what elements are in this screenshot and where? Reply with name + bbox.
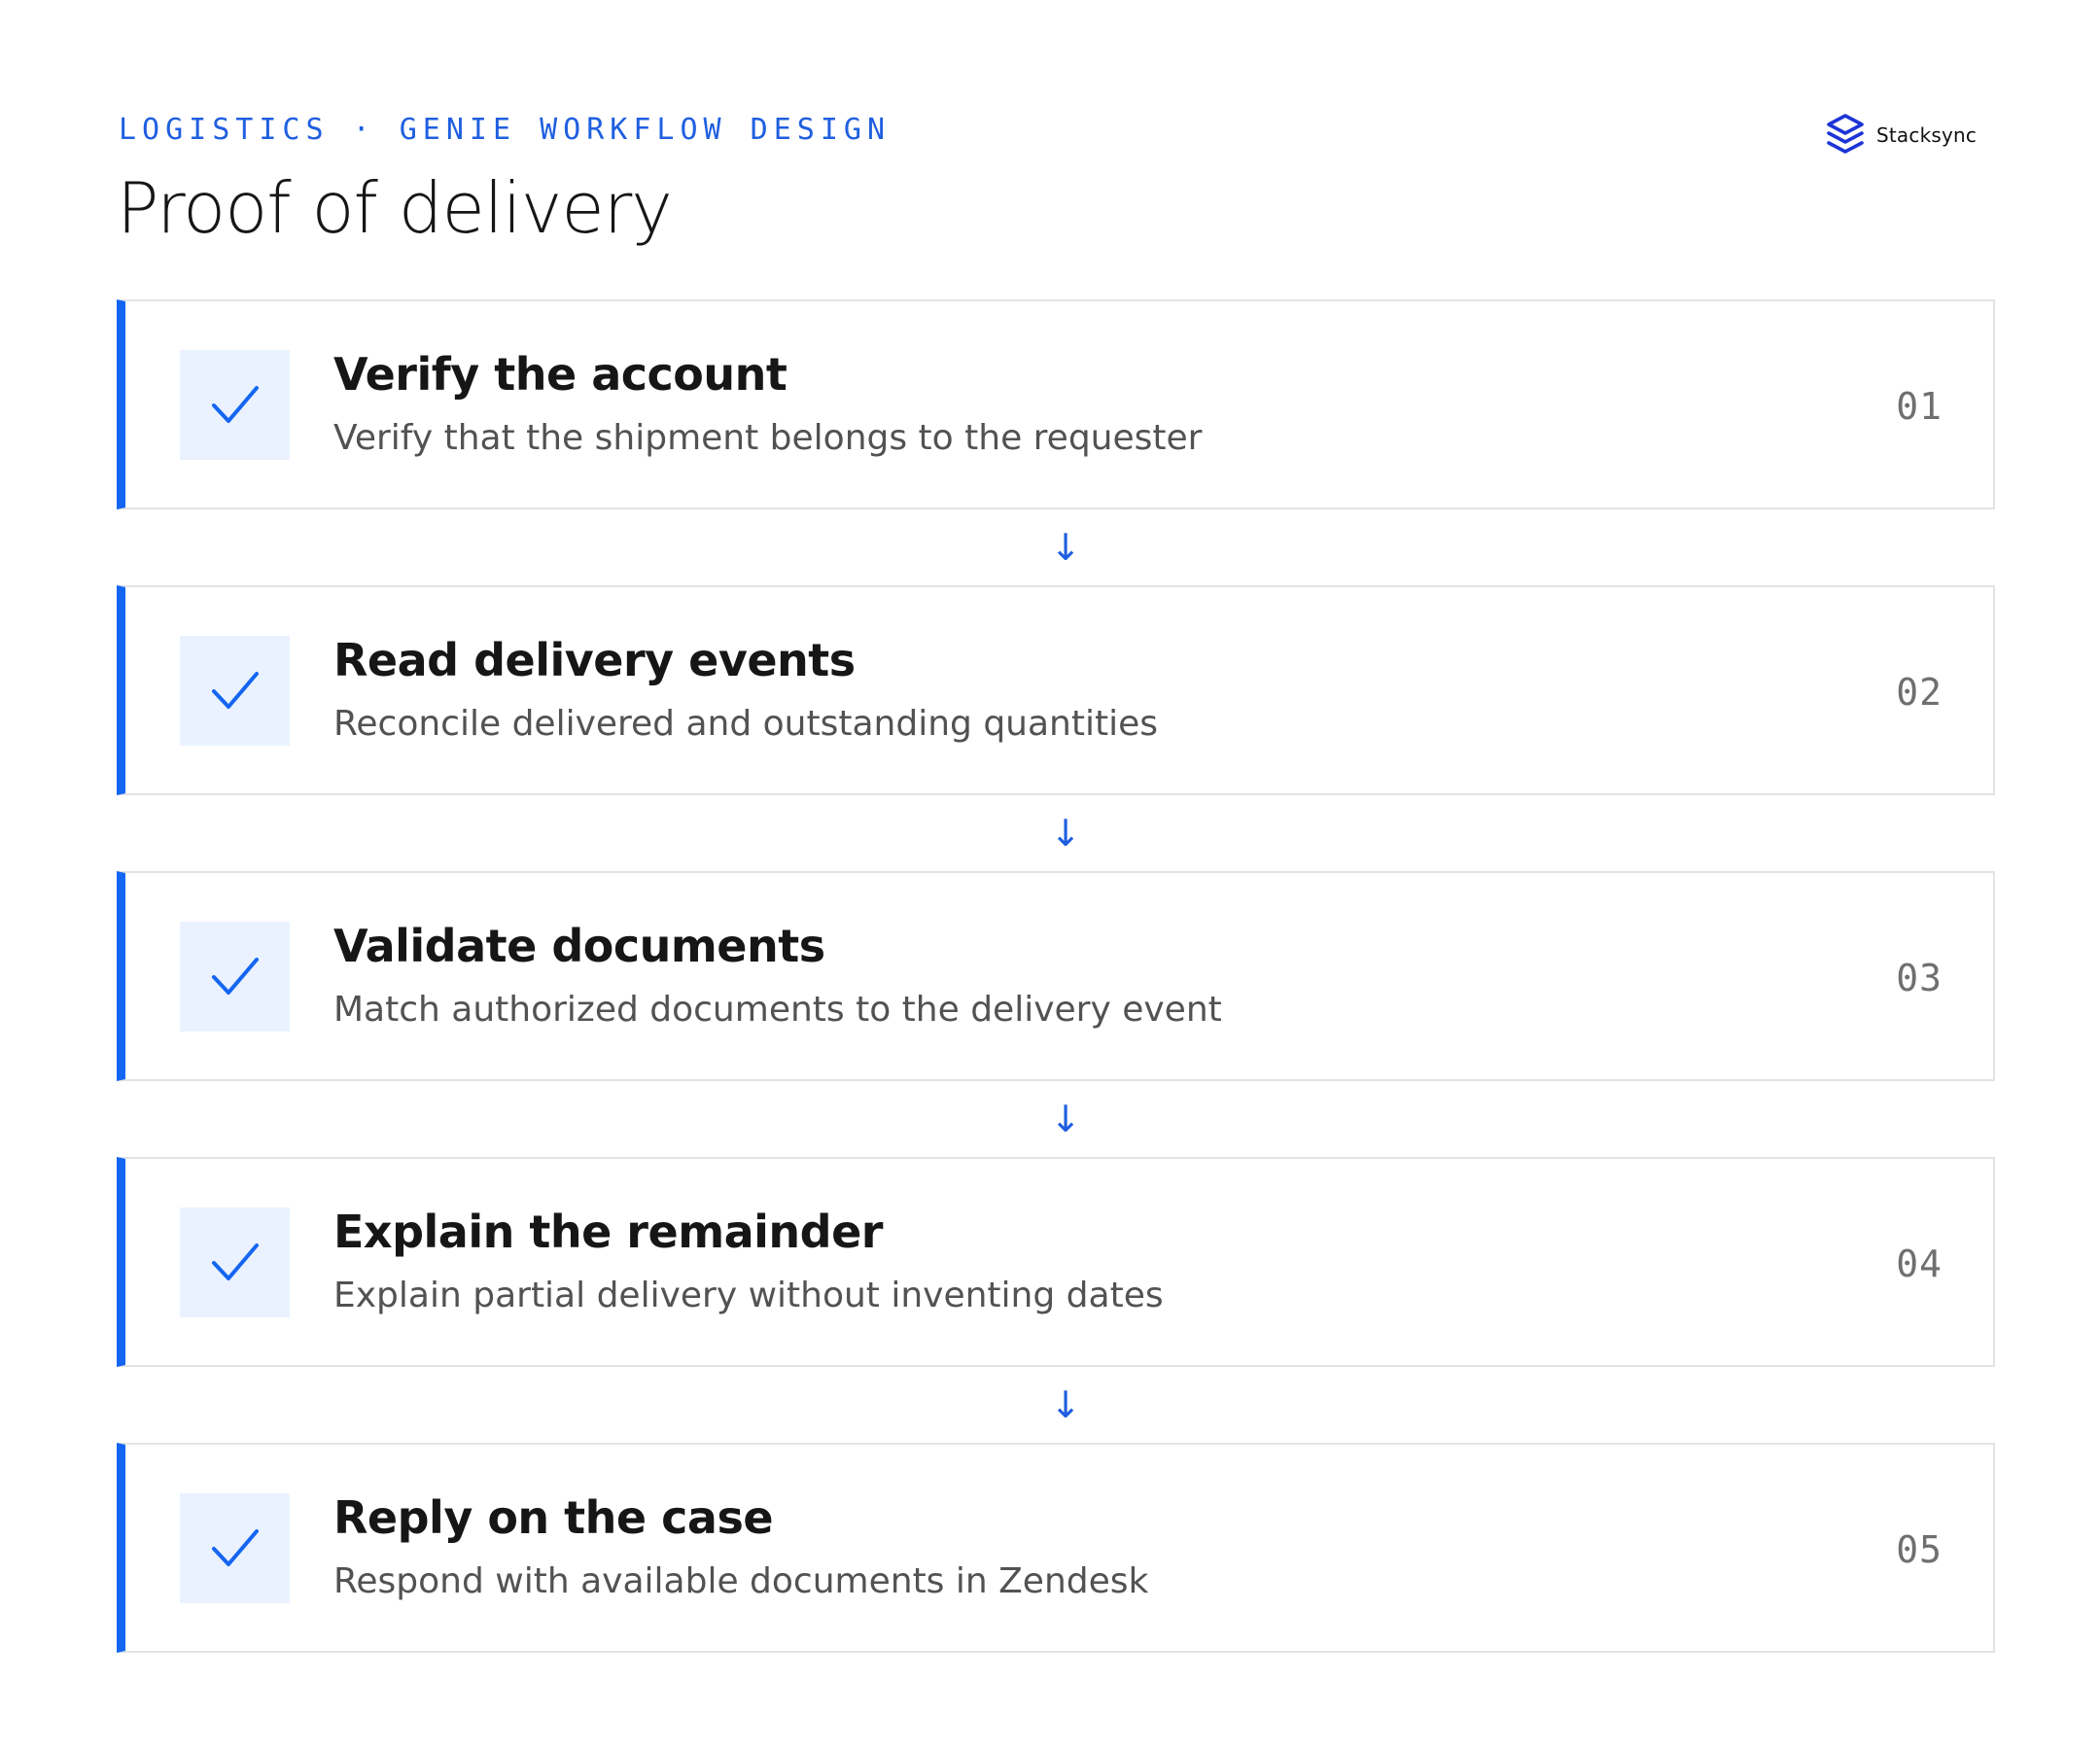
- step-number: 04: [1896, 1242, 1942, 1285]
- checkmark-icon: [211, 957, 259, 995]
- step-description: Reconcile delivered and outstanding quan…: [333, 704, 1159, 744]
- brand: Stacksync: [1824, 113, 1977, 158]
- eyebrow-label: LOGISTICS · GENIE WORKFLOW DESIGN: [119, 113, 892, 147]
- checkmark-icon: [211, 385, 259, 423]
- checkmark-icon: [211, 671, 259, 709]
- step-title: Explain the remainder: [333, 1206, 884, 1258]
- checkmark-icon: [211, 1242, 259, 1280]
- step-description: Respond with available documents in Zend…: [333, 1561, 1149, 1601]
- stacked-layers-logo-icon: [1824, 113, 1867, 158]
- step-description: Verify that the shipment belongs to the …: [333, 418, 1203, 458]
- step-title: Read delivery events: [333, 634, 856, 686]
- arrow-down-icon: ↓: [1050, 1098, 1081, 1140]
- checkmark-icon: [211, 1528, 259, 1566]
- step-number: 03: [1896, 957, 1942, 999]
- step-connector: ↓: [117, 509, 1995, 585]
- step-connector: ↓: [117, 1081, 1995, 1157]
- arrow-down-icon: ↓: [1050, 1383, 1081, 1426]
- step-description: Explain partial delivery without inventi…: [333, 1276, 1164, 1315]
- step-card: Reply on the case Respond with available…: [117, 1443, 1995, 1653]
- step-connector: ↓: [117, 1367, 1995, 1443]
- step-number: 02: [1896, 671, 1942, 714]
- step-title: Verify the account: [333, 348, 788, 401]
- arrow-down-icon: ↓: [1050, 526, 1081, 569]
- step-check-box: [180, 1493, 290, 1603]
- step-check-box: [180, 1208, 290, 1317]
- arrow-down-icon: ↓: [1050, 812, 1081, 855]
- step-number: 01: [1896, 385, 1942, 428]
- step-number: 05: [1896, 1528, 1942, 1571]
- step-card: Read delivery events Reconcile delivered…: [117, 585, 1995, 795]
- step-check-box: [180, 350, 290, 460]
- step-check-box: [180, 636, 290, 746]
- workflow-steps: Verify the account Verify that the shipm…: [117, 299, 1995, 1653]
- step-card: Validate documents Match authorized docu…: [117, 871, 1995, 1081]
- step-card: Verify the account Verify that the shipm…: [117, 299, 1995, 509]
- step-description: Match authorized documents to the delive…: [333, 990, 1222, 1030]
- step-card: Explain the remainder Explain partial de…: [117, 1157, 1995, 1367]
- step-title: Validate documents: [333, 920, 825, 972]
- step-title: Reply on the case: [333, 1491, 774, 1544]
- step-check-box: [180, 922, 290, 1032]
- brand-name: Stacksync: [1876, 123, 1978, 147]
- page-title: Proof of delivery: [117, 167, 673, 249]
- step-connector: ↓: [117, 795, 1995, 871]
